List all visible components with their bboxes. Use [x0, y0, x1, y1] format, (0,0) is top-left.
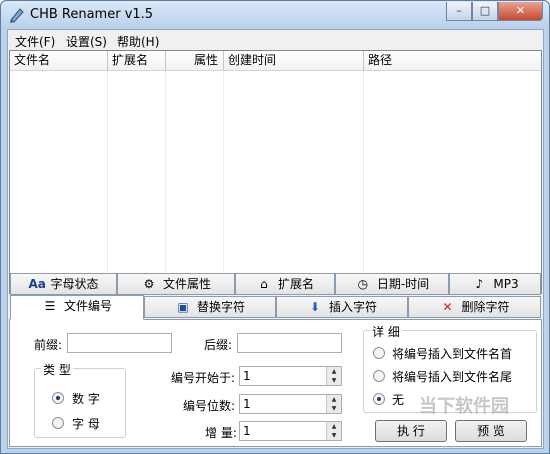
- type-group: 类 型 数 字 字 母: [34, 361, 126, 438]
- spin-down-icon[interactable]: ▼: [326, 404, 341, 413]
- tab-letter-case[interactable]: Aa 字母状态: [10, 273, 117, 295]
- tab-label: 替换字符: [196, 300, 245, 314]
- tab-label: 扩展名: [277, 277, 314, 291]
- tab-label: 字母状态: [50, 277, 99, 291]
- extension-icon: ⌂: [260, 277, 268, 291]
- digits-spinner[interactable]: 1 ▲ ▼: [239, 394, 342, 414]
- menu-file[interactable]: 文件(F): [15, 33, 55, 50]
- radio-letter[interactable]: [52, 417, 64, 429]
- menu-help[interactable]: 帮助(H): [117, 33, 159, 50]
- preview-button[interactable]: 预 览: [455, 420, 527, 442]
- suffix-label: 后缀:: [204, 338, 233, 352]
- close-button[interactable]: ✕: [498, 2, 543, 21]
- type-group-title: 类 型: [41, 361, 73, 378]
- window-title: CHB Renamer v1.5: [30, 7, 154, 22]
- execute-button[interactable]: 执 行: [375, 420, 447, 442]
- tab-label: 删除字符: [461, 300, 510, 314]
- start-spinner[interactable]: 1 ▲ ▼: [239, 366, 342, 386]
- minimize-button[interactable]: –: [446, 2, 472, 21]
- music-icon: ♪: [475, 277, 484, 291]
- title-bar[interactable]: CHB Renamer v1.5 – □ ✕: [1, 1, 549, 29]
- numbered-list-icon: ☰: [44, 299, 56, 313]
- tab-file-attributes[interactable]: ⚙ 文件属性: [117, 273, 235, 295]
- radio-letter-label: 字 母: [72, 417, 100, 431]
- digits-value: 1: [243, 397, 251, 411]
- radio-none[interactable]: [373, 393, 385, 405]
- column-divider: [165, 71, 166, 293]
- tab-file-numbering[interactable]: ☰ 文件编号: [10, 295, 144, 320]
- tab-label: 日期-时间: [376, 277, 430, 291]
- tab-delete-chars[interactable]: ✕ 删除字符: [408, 296, 541, 318]
- tab-label: 文件属性: [162, 277, 211, 291]
- increment-value: 1: [243, 424, 251, 438]
- spin-down-icon[interactable]: ▼: [326, 431, 341, 440]
- app-window: CHB Renamer v1.5 – □ ✕ 文件(F) 设置(S) 帮助(H)…: [0, 0, 550, 454]
- increment-spinner[interactable]: 1 ▲ ▼: [239, 421, 342, 441]
- detail-group-title: 详 细: [370, 323, 402, 340]
- radio-insert-tail[interactable]: [373, 370, 385, 382]
- maximize-button[interactable]: □: [472, 2, 498, 21]
- radio-insert-head-label: 将编号插入到文件名首: [392, 347, 513, 361]
- client-area: 文件(F) 设置(S) 帮助(H) 文件名 扩展名 属性 创建时间 路径 Aa 字…: [7, 29, 544, 449]
- start-value: 1: [243, 369, 251, 383]
- watermark-text: 当下软件园: [419, 396, 509, 417]
- tab-label: 插入字符: [328, 300, 377, 314]
- column-created-time[interactable]: 创建时间: [224, 51, 364, 71]
- spin-up-icon[interactable]: ▲: [326, 367, 341, 376]
- prefix-label: 前缀:: [34, 338, 63, 352]
- watermark: 当下软件园: [419, 392, 550, 422]
- suffix-input[interactable]: [237, 333, 342, 353]
- replace-icon: ▣: [177, 300, 189, 314]
- column-extension[interactable]: 扩展名: [108, 51, 166, 71]
- column-divider: [223, 71, 224, 293]
- delete-x-icon: ✕: [442, 300, 453, 314]
- numbering-panel: 前缀: 后缀: 类 型 数 字 字 母 编号开始于: 1 ▲ ▼ 编号位数: 1…: [9, 319, 542, 447]
- tab-replace-chars[interactable]: ▣ 替换字符: [144, 296, 276, 318]
- increment-label: 增 量:: [205, 426, 237, 440]
- radio-insert-tail-label: 将编号插入到文件名尾: [392, 370, 513, 384]
- column-attributes[interactable]: 属性: [166, 51, 224, 71]
- radio-number-label: 数 字: [72, 392, 100, 406]
- tab-label: MP3: [493, 277, 519, 291]
- column-filename[interactable]: 文件名: [10, 51, 108, 71]
- tab-mp3[interactable]: ♪ MP3: [449, 273, 541, 295]
- column-path[interactable]: 路径: [364, 51, 541, 71]
- tab-date-time[interactable]: ◷ 日期-时间: [335, 273, 449, 295]
- spin-up-icon[interactable]: ▲: [326, 395, 341, 404]
- file-list[interactable]: 文件名 扩展名 属性 创建时间 路径: [9, 50, 542, 294]
- column-divider: [363, 71, 364, 293]
- tab-extension[interactable]: ⌂ 扩展名: [235, 273, 335, 295]
- app-icon: [10, 8, 24, 23]
- tab-insert-chars[interactable]: ⬇ 插入字符: [276, 296, 408, 318]
- column-divider: [107, 71, 108, 293]
- prefix-input[interactable]: [67, 333, 172, 353]
- digits-label: 编号位数:: [183, 399, 236, 413]
- menu-bar: 文件(F) 设置(S) 帮助(H): [8, 30, 543, 50]
- radio-number[interactable]: [52, 392, 64, 404]
- insert-arrow-icon: ⬇: [309, 300, 321, 314]
- radio-none-label: 无: [392, 393, 405, 407]
- clock-icon: ◷: [357, 277, 369, 291]
- spin-up-icon[interactable]: ▲: [326, 422, 341, 431]
- spin-down-icon[interactable]: ▼: [326, 376, 341, 385]
- start-label: 编号开始于:: [171, 371, 236, 385]
- tab-label: 文件编号: [63, 299, 112, 313]
- radio-insert-head[interactable]: [373, 347, 385, 359]
- letter-case-icon: Aa: [28, 277, 46, 291]
- gear-icon: ⚙: [143, 277, 155, 291]
- menu-settings[interactable]: 设置(S): [66, 33, 107, 50]
